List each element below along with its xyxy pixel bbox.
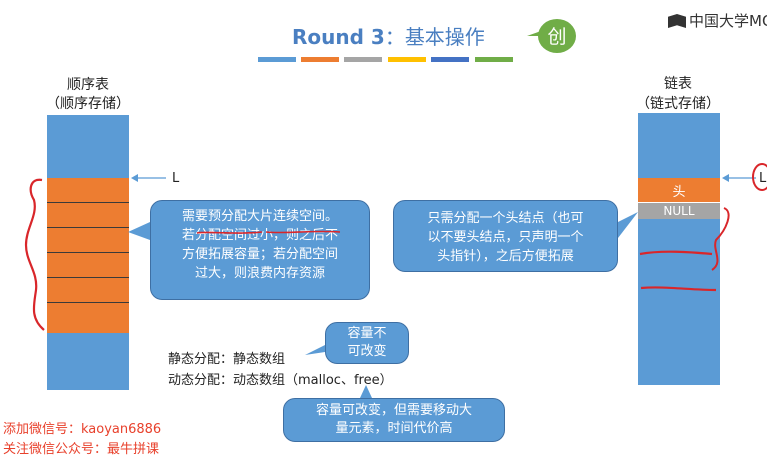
colorbar-segment [301,57,339,62]
seq-cell [47,227,129,252]
link-note-callout: 只需分配一个头结点（也可 以不要头结点，只声明一个 头指针），之后方便拓展 [393,200,618,272]
seq-note-callout: 需要预分配大片连续空间。 若分配空间过小，则之后不 方便拓展容量；若分配空间 过… [150,200,370,300]
seq-subtitle: （顺序存储） [46,96,130,112]
colorbar-segment [431,57,469,62]
link-note-line: 头指针），之后方便拓展 [437,249,574,264]
head-node: 头 [638,178,720,202]
link-memory-column [638,113,720,385]
colorbar-segment [475,57,513,62]
mooc-logo: 中国大学MO [668,10,767,31]
colorbar-segment [344,57,382,62]
watermark-line1: 添加微信号：kaoyan6886 [3,422,162,437]
colorbar-segment [258,57,296,62]
seq-note-line: 需要预分配大片连续空间。 [181,209,338,224]
seq-cell [47,178,129,202]
logo-text: 中国大学MO [689,12,767,30]
callout-tail [305,345,325,355]
callout-tail [618,212,638,238]
title-en: Round 3 [292,25,385,49]
static-note-callout: 容量不 可改变 [325,322,409,364]
static-note-line: 可改变 [347,344,387,359]
link-subtitle: （链式存储） [636,96,720,112]
link-pointer-arrowhead [722,174,729,182]
seq-note-line: 方便拓展容量；若分配空间 [181,247,338,262]
seq-pointer-label: L [172,171,180,186]
dynamic-note-callout: 容量可改变，但需要移动大 量元素，时间代价高 [283,398,505,442]
link-note-line: 只需分配一个头结点（也可 [427,211,584,226]
red-bracket-mark [24,178,45,331]
dynamic-alloc-text: 动态分配：动态数组（malloc、free） [168,373,393,388]
title-cn: 基本操作 [404,25,485,49]
null-pointer: NULL [638,202,720,219]
seq-cell [47,252,129,277]
link-title: 链表 [664,76,692,92]
dynamic-note-line: 容量可改变，但需要移动大 [315,403,472,418]
slide-title: Round 3：基本操作 [292,21,485,50]
seq-title: 顺序表 [67,77,109,93]
colorbar-segment [388,57,426,62]
link-pointer-label: L [759,171,767,186]
seq-cell [47,202,129,227]
seq-cell [47,302,129,333]
static-alloc-text: 静态分配：静态数组 [168,352,286,367]
seq-cell [47,277,129,302]
seq-note-line: 若分配空间过小，则之后不 [181,228,338,243]
seq-pointer-arrowhead [131,174,138,182]
badge-text: 创 [547,26,566,48]
callout-tail [128,222,150,240]
link-note-line: 以不要头结点，只声明一个 [427,230,584,245]
seq-note-line: 过大，则浪费内存资源 [194,266,325,281]
title-sep: ： [384,25,405,49]
mooc-logo-icon [668,14,686,28]
badge-bubble: 创 [527,19,576,53]
static-note-line: 容量不 [347,326,387,341]
dynamic-note-line: 量元素，时间代价高 [335,421,453,436]
